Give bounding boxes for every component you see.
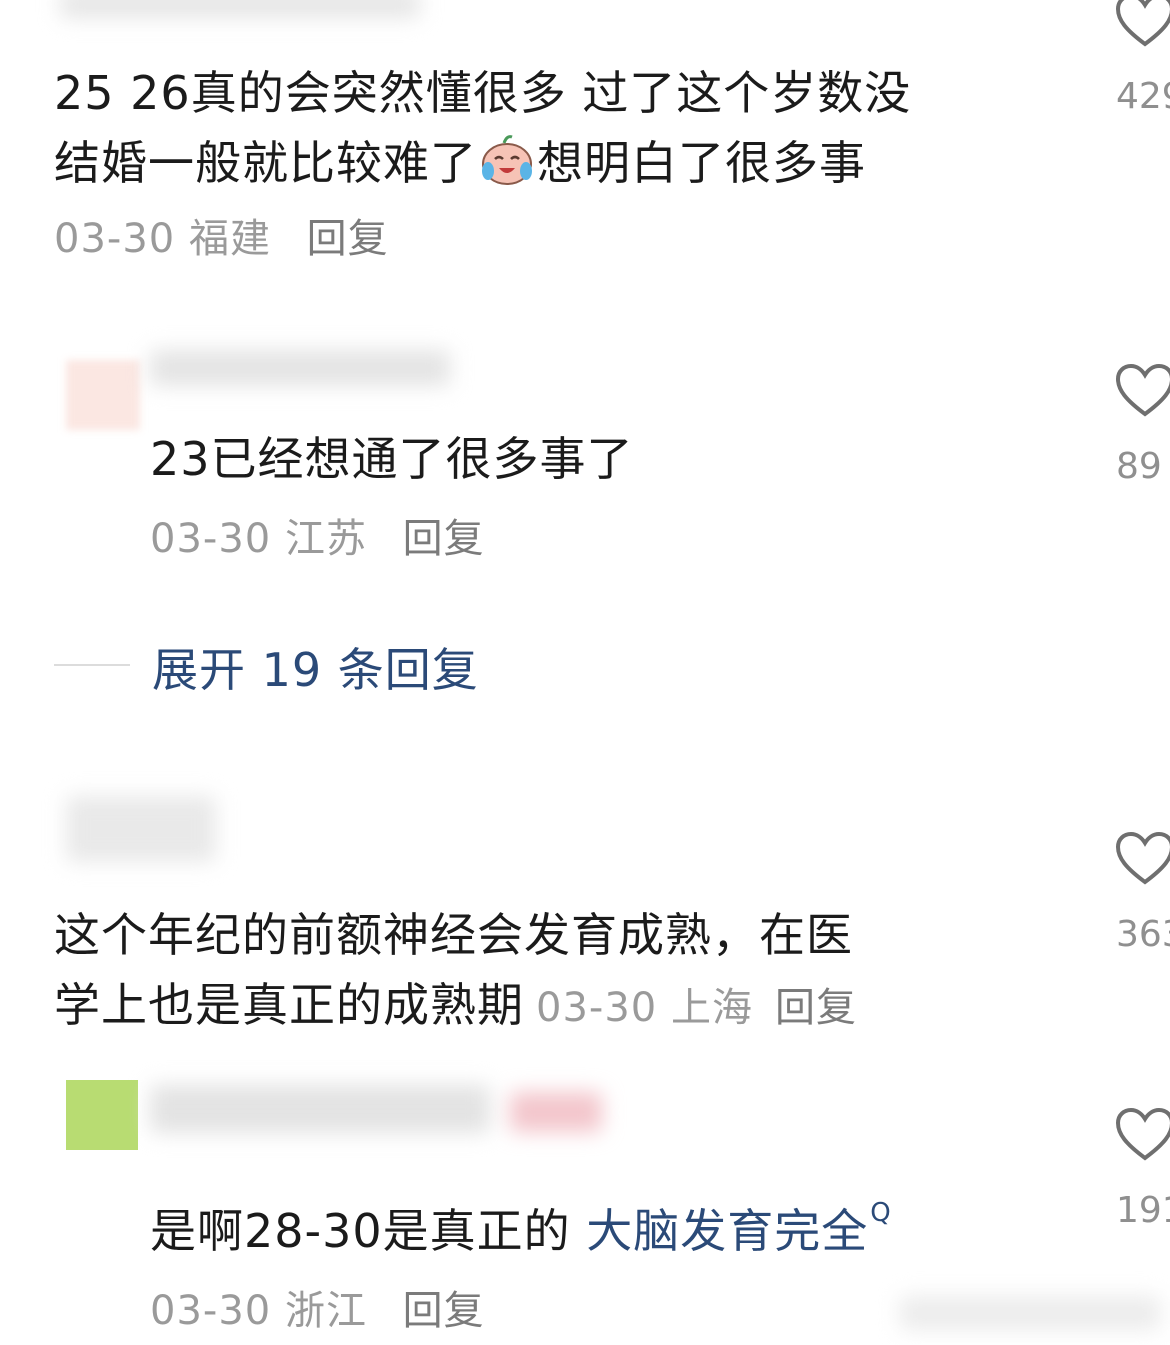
comment-location: 江苏 — [284, 516, 367, 562]
comment-text-segment: 结婚一般就比较难了 — [54, 136, 477, 190]
crying-laughing-emoji-icon — [479, 131, 535, 187]
avatar — [66, 1080, 138, 1150]
like-count: 89 — [1116, 446, 1162, 487]
blurred-username-badge — [510, 1092, 602, 1132]
comment-meta: 03-30 江苏 回复 — [150, 506, 634, 564]
comment-text-line2: 结婚一般就比较难了 想明白了很多事 — [54, 128, 911, 198]
blurred-username — [66, 796, 216, 862]
expand-divider — [54, 664, 130, 666]
comment-text-segment: 是啊28-30是真正的 — [150, 1204, 571, 1258]
expand-replies-button[interactable]: 展开 19 条回复 — [152, 634, 479, 700]
reply-button[interactable]: 回复 — [403, 516, 485, 562]
heart-icon[interactable] — [1114, 830, 1170, 888]
reply-button[interactable]: 回复 — [307, 216, 389, 262]
comment-date: 03-30 — [150, 516, 272, 562]
reply-button[interactable]: 回复 — [775, 985, 857, 1031]
reply-comment-4: 是啊28-30是真正的 大脑发育完全Q 03-30 浙江 回复 — [150, 1178, 892, 1336]
like-count: 191 — [1116, 1190, 1170, 1231]
comment-date: 03-30 — [536, 985, 658, 1031]
comment-1: 25 26真的会突然懂很多 过了这个岁数没 结婚一般就比较难了 想明白了很多事 … — [54, 58, 911, 264]
comment-location: 上海 — [670, 985, 753, 1031]
avatar — [66, 360, 140, 430]
comment-text: 是啊28-30是真正的 大脑发育完全Q — [150, 1178, 892, 1266]
comment-text-segment: 学上也是真正的成熟期 — [54, 978, 524, 1032]
like-count: 429 — [1116, 76, 1170, 117]
comment-location: 浙江 — [284, 1288, 367, 1334]
heart-icon[interactable] — [1114, 362, 1170, 420]
like-count: 363 — [1116, 914, 1170, 955]
comment-text: 23已经想通了很多事了 — [150, 432, 634, 486]
comment-3: 这个年纪的前额神经会发育成熟，在医 学上也是真正的成熟期 03-30 上海 回复 — [54, 900, 857, 1043]
blurred-username — [150, 350, 450, 386]
comment-text-line2: 学上也是真正的成熟期 03-30 上海 回复 — [54, 970, 857, 1043]
blurred-username — [150, 1085, 490, 1133]
comment-text-line1: 25 26真的会突然懂很多 过了这个岁数没 — [54, 66, 912, 120]
search-link[interactable]: 大脑发育完全 — [586, 1204, 868, 1258]
blurred-username — [60, 0, 420, 18]
watermark — [900, 1296, 1160, 1330]
comment-meta: 03-30 浙江 回复 — [150, 1278, 892, 1336]
reply-button[interactable]: 回复 — [403, 1288, 485, 1334]
heart-icon[interactable] — [1114, 0, 1170, 50]
comment-date: 03-30 — [150, 1288, 272, 1334]
comment-text-segment: 想明白了很多事 — [537, 136, 866, 190]
comment-text-line1: 这个年纪的前额神经会发育成熟，在医 — [54, 908, 853, 962]
heart-icon[interactable] — [1114, 1106, 1170, 1164]
comment-location: 福建 — [188, 216, 271, 262]
reply-comment-2: 23已经想通了很多事了 03-30 江苏 回复 — [150, 424, 634, 564]
comment-date: 03-30 — [54, 216, 176, 262]
search-icon[interactable]: Q — [870, 1198, 891, 1228]
comment-meta: 03-30 上海 回复 — [536, 985, 857, 1031]
comment-meta: 03-30 福建 回复 — [54, 206, 911, 264]
